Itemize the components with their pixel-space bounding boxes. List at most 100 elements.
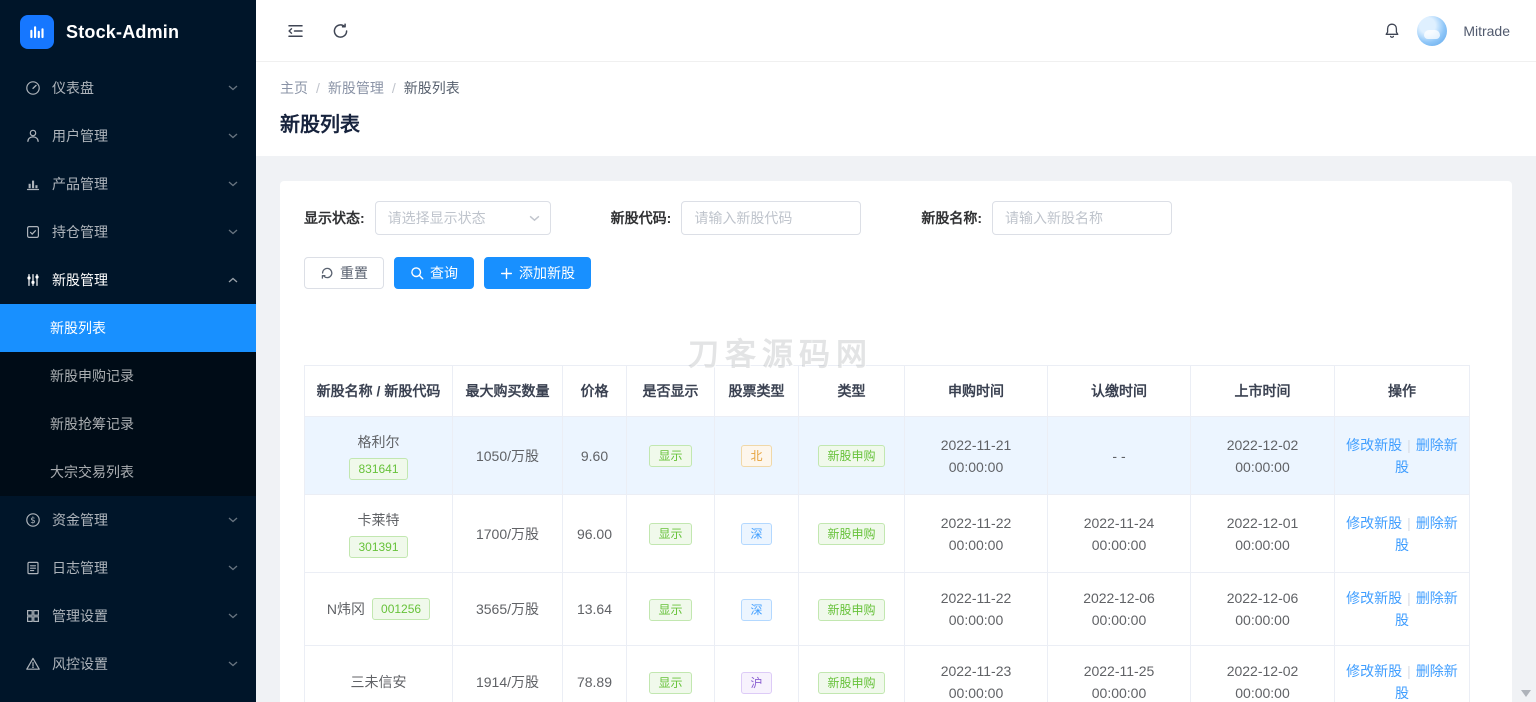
price-cell: 13.64 <box>562 572 627 646</box>
username[interactable]: Mitrade <box>1463 23 1510 39</box>
edit-stock-link[interactable]: 修改新股 <box>1346 437 1402 453</box>
sidebar-item-dashboard[interactable]: 仪表盘 <box>0 64 256 112</box>
sidebar-item-admin-settings[interactable]: 管理设置 <box>0 592 256 640</box>
type-badge: 新股申购 <box>818 598 885 621</box>
page-header: 主页 / 新股管理 / 新股列表 新股列表 <box>256 62 1536 156</box>
list-time-cell: 2022-12-01 00:00:00 <box>1190 494 1335 573</box>
chevron-down-icon <box>228 613 238 619</box>
breadcrumb-current: 新股列表 <box>403 80 460 96</box>
sidebar-item-positions[interactable]: 持仓管理 <box>0 208 256 256</box>
sidebar-subitem-subscription-records[interactable]: 新股申购记录 <box>0 352 256 400</box>
sidebar-item-new-stock[interactable]: 新股管理 <box>0 256 256 304</box>
filter-bar: 显示状态: 请选择显示状态 新股代码: 新股名称: <box>304 201 1488 235</box>
dashboard-icon <box>24 80 42 96</box>
search-button[interactable]: 查询 <box>394 257 474 289</box>
sidebar-item-label: 产品管理 <box>52 176 108 192</box>
sidebar-item-label: 管理设置 <box>52 608 108 624</box>
chevron-down-icon <box>228 85 238 91</box>
chevron-down-icon <box>529 215 540 222</box>
payment-time-cell: - - <box>1047 416 1191 495</box>
sidebar-subitem-grab-records[interactable]: 新股抢筹记录 <box>0 400 256 448</box>
delete-stock-link[interactable]: 删除新股 <box>1395 663 1458 701</box>
user-avatar[interactable] <box>1417 15 1448 46</box>
add-stock-button-label: 添加新股 <box>519 265 575 281</box>
chevron-down-icon <box>228 229 238 235</box>
stock-code-badge: 831641 <box>349 458 408 480</box>
price-cell: 78.89 <box>562 645 627 702</box>
reset-button[interactable]: 重置 <box>304 257 384 289</box>
edit-stock-link[interactable]: 修改新股 <box>1346 590 1402 606</box>
submenu-item-label: 新股列表 <box>50 320 106 336</box>
col-header-name-code: 新股名称 / 新股代码 <box>304 365 453 417</box>
list-time-cell: 2022-12-06 00:00:00 <box>1190 572 1335 646</box>
sidebar-item-logs[interactable]: 日志管理 <box>0 544 256 592</box>
refresh-icon[interactable] <box>331 22 350 40</box>
stock-name-input[interactable] <box>992 201 1173 235</box>
svg-text:$: $ <box>30 516 35 526</box>
stock-name: 三未信安 <box>350 674 407 690</box>
col-header-display: 是否显示 <box>626 365 715 417</box>
table-row[interactable]: 卡莱特 301391 1700/万股 96.00 显示 深 新股申购 2022-1… <box>304 494 1470 573</box>
search-icon <box>410 266 424 280</box>
type-badge: 新股申购 <box>818 671 885 694</box>
sidebar-item-label: 用户管理 <box>52 128 108 144</box>
edit-stock-link[interactable]: 修改新股 <box>1346 663 1402 679</box>
sidebar-subitem-block-trade-list[interactable]: 大宗交易列表 <box>0 448 256 496</box>
sidebar-item-risk-settings[interactable]: 风控设置 <box>0 640 256 688</box>
add-stock-button[interactable]: 添加新股 <box>484 257 591 289</box>
sidebar-item-funds[interactable]: $ 资金管理 <box>0 496 256 544</box>
chevron-up-icon <box>228 277 238 283</box>
max-buy-cell: 3565/万股 <box>452 572 563 646</box>
breadcrumb-separator: / <box>316 80 320 96</box>
edit-stock-link[interactable]: 修改新股 <box>1346 515 1402 531</box>
new-stock-table: 新股名称 / 新股代码 最大购买数量 价格 是否显示 股票类型 类型 申购时间 … <box>304 365 1470 702</box>
max-buy-cell: 1700/万股 <box>452 494 563 573</box>
market-badge: 沪 <box>741 671 772 694</box>
delete-stock-link[interactable]: 删除新股 <box>1395 515 1458 553</box>
submenu-item-label: 大宗交易列表 <box>50 464 134 480</box>
col-header-price: 价格 <box>562 365 627 417</box>
box-check-icon <box>24 224 42 240</box>
delete-stock-link[interactable]: 删除新股 <box>1395 437 1458 475</box>
list-time-cell: 2022-12-02 00:00:00 <box>1190 645 1335 702</box>
link-divider: | <box>1407 663 1411 679</box>
sidebar-item-label: 仪表盘 <box>52 80 94 96</box>
chevron-down-icon <box>228 661 238 667</box>
status-select[interactable]: 请选择显示状态 <box>374 201 551 235</box>
display-badge: 显示 <box>649 445 692 467</box>
users-icon <box>24 128 42 144</box>
breadcrumb-section[interactable]: 新股管理 <box>328 78 384 98</box>
link-divider: | <box>1407 590 1411 606</box>
sidebar-subitem-new-stock-list[interactable]: 新股列表 <box>0 304 256 352</box>
breadcrumb-separator: / <box>391 80 396 96</box>
scrollbar-down-arrow[interactable] <box>1521 690 1531 697</box>
notification-bell-icon[interactable] <box>1383 22 1401 40</box>
delete-stock-link[interactable]: 删除新股 <box>1395 590 1458 628</box>
stock-name: 格利尔 <box>357 434 400 450</box>
type-badge: 新股申购 <box>818 445 885 467</box>
table-row[interactable]: N炜冈 001256 3565/万股 13.64 显示 深 新股申购 2022-1… <box>304 572 1470 646</box>
stock-code-input[interactable] <box>681 201 862 235</box>
display-badge: 显示 <box>649 671 692 694</box>
chevron-down-icon <box>228 181 238 187</box>
stock-name: N炜冈 <box>326 601 366 617</box>
chevron-down-icon <box>228 517 238 523</box>
stock-name: 卡莱特 <box>357 512 400 528</box>
payment-time-cell: 2022-12-06 00:00:00 <box>1047 572 1191 646</box>
sidebar: Stock-Admin 仪表盘 用户管理 产品管理 持仓管理 新股管理 新股列表… <box>0 0 256 702</box>
display-badge: 显示 <box>649 523 692 545</box>
breadcrumb-home[interactable]: 主页 <box>280 78 308 98</box>
action-bar: 重置 查询 添加新股 <box>304 257 1488 289</box>
document-icon <box>24 560 42 576</box>
table-row[interactable]: 三未信安 1914/万股 78.89 显示 沪 新股申购 2022-11-23 … <box>304 645 1470 702</box>
sidebar-item-products[interactable]: 产品管理 <box>0 160 256 208</box>
sidebar-item-users[interactable]: 用户管理 <box>0 112 256 160</box>
table-row[interactable]: 格利尔 831641 1050/万股 9.60 显示 北 新股申购 2022-11… <box>304 416 1470 495</box>
col-header-actions: 操作 <box>1334 365 1470 417</box>
collapse-sidebar-icon[interactable] <box>286 22 305 40</box>
col-header-payment-time: 认缴时间 <box>1047 365 1191 417</box>
price-cell: 9.60 <box>562 416 627 495</box>
subscribe-time-cell: 2022-11-22 00:00:00 <box>904 572 1048 646</box>
chevron-down-icon <box>228 565 238 571</box>
warning-triangle-icon <box>24 656 42 672</box>
